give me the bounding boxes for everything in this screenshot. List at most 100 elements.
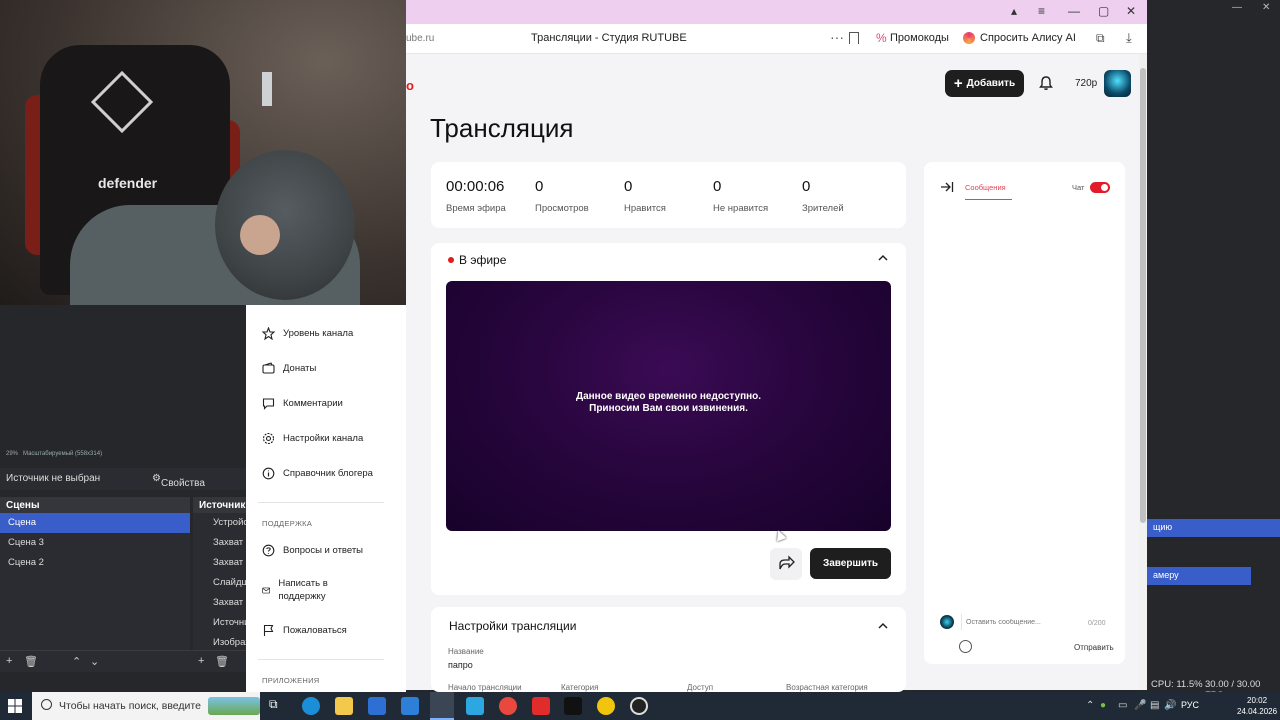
close-icon[interactable]: ✕: [1262, 2, 1270, 13]
char-counter: 0/200: [1088, 620, 1106, 627]
network-icon[interactable]: ▤: [1150, 700, 1159, 711]
chat-panel: Сообщения Чат 0/200 Отправить: [924, 162, 1125, 664]
collections-icon[interactable]: ⧉: [1096, 31, 1105, 46]
properties-button[interactable]: ⚙ Свойства: [152, 473, 205, 489]
obs-icon[interactable]: [630, 697, 648, 715]
quality-badge[interactable]: 720p: [1075, 78, 1097, 89]
edge-icon[interactable]: [302, 697, 320, 715]
minimize-icon[interactable]: —: [1232, 2, 1242, 13]
broadcast-settings-card: Настройки трансляции Название папро Нача…: [431, 607, 906, 692]
mail-icon[interactable]: [401, 697, 419, 715]
address-bar[interactable]: ube.ru Трансляции - Студия RUTUBE ··· % …: [406, 24, 1147, 54]
source-item[interactable]: Захват: [193, 593, 253, 613]
yandex-icon[interactable]: [532, 697, 550, 715]
share-button[interactable]: [770, 548, 802, 580]
collapse-chat-icon[interactable]: [940, 180, 954, 194]
notifications-bell-icon[interactable]: [1038, 75, 1054, 91]
sidebar-item-label: Справочник блогера: [283, 468, 373, 479]
close-icon[interactable]: ✕: [1126, 4, 1136, 18]
sidebar-item-faq[interactable]: Вопросы и ответы: [262, 544, 363, 557]
download-status-icon[interactable]: ▴: [1011, 4, 1017, 18]
scenes-header: Сцены: [0, 497, 190, 513]
send-button[interactable]: Отправить: [1074, 643, 1114, 652]
promocodes-button[interactable]: Промокоды: [890, 32, 949, 44]
remove-scene-button[interactable]: 🗑: [24, 655, 38, 668]
sidebar-item-contact-support[interactable]: Написать в поддержку: [262, 577, 342, 603]
apps-header: ПРИЛОЖЕНИЯ: [262, 676, 320, 685]
browser-tab-bar: ▴ ≡ — ▢ ✕: [406, 0, 1147, 24]
live-dot-icon: [448, 257, 454, 263]
source-item[interactable]: Слайдшоу: [193, 573, 253, 593]
scale-mode[interactable]: Масштабируемый (558x314): [23, 451, 102, 457]
remove-source-button[interactable]: 🗑: [215, 655, 229, 668]
tray-expand-icon[interactable]: ⌃: [1086, 700, 1094, 711]
source-item[interactable]: Захват: [193, 533, 253, 553]
scene-item[interactable]: Сцена: [0, 513, 190, 533]
webcam-overlay: defender: [0, 0, 406, 305]
url-text[interactable]: ube.ru: [406, 33, 434, 44]
store-icon[interactable]: [368, 697, 386, 715]
task-view-icon[interactable]: ⧉: [269, 697, 287, 715]
sidebar-item-report[interactable]: Пожаловаться: [262, 624, 347, 637]
chair-brand: defender: [98, 175, 158, 191]
add-source-button[interactable]: +: [198, 655, 204, 667]
minimize-icon[interactable]: —: [1068, 4, 1080, 18]
emoji-icon[interactable]: [959, 640, 972, 653]
file-explorer-icon[interactable]: [335, 697, 353, 715]
help-icon: [262, 544, 275, 557]
search-highlight-image: [208, 697, 260, 715]
add-button[interactable]: + Добавить: [945, 70, 1024, 97]
move-down-icon[interactable]: ⌄: [90, 655, 99, 668]
scene-item[interactable]: Сцена 2: [0, 553, 190, 573]
obs-panel-controls: + 🗑 ⌃ ⌄ + 🗑: [0, 650, 246, 672]
app-icon[interactable]: [499, 697, 517, 715]
app-icon[interactable]: [597, 697, 615, 715]
downloads-icon[interactable]: ⤓: [1126, 30, 1132, 46]
dislikes-label: Не нравится: [713, 203, 769, 214]
start-label: Начало трансляции: [448, 683, 522, 692]
microphone-icon[interactable]: 🎤: [1134, 700, 1146, 711]
scrollbar-thumb[interactable]: [1140, 68, 1146, 523]
transition-row[interactable]: щию: [1147, 519, 1280, 537]
volume-icon[interactable]: 🔊: [1164, 700, 1176, 711]
sidebar-item-blogger-guide[interactable]: Справочник блогера: [262, 467, 373, 480]
app-icon[interactable]: [466, 697, 484, 715]
add-scene-button[interactable]: +: [6, 655, 12, 667]
source-item[interactable]: Устройство: [193, 513, 253, 533]
source-item[interactable]: Захват: [193, 553, 253, 573]
sidebar-item-label: Донаты: [283, 363, 317, 374]
more-icon[interactable]: ···: [830, 29, 844, 45]
video-player[interactable]: Данное видео временно недоступно. Принос…: [446, 281, 891, 531]
chevron-up-icon[interactable]: [878, 253, 888, 263]
page-scrollbar[interactable]: [1139, 54, 1147, 690]
maximize-icon[interactable]: ▢: [1098, 4, 1109, 18]
camera-row[interactable]: амеру: [1147, 567, 1251, 585]
name-value[interactable]: папро: [448, 660, 473, 670]
finish-button[interactable]: Завершить: [810, 548, 891, 579]
language-indicator[interactable]: РУС: [1181, 700, 1199, 710]
battery-icon[interactable]: ▭: [1118, 700, 1127, 711]
clock[interactable]: 20:02 24.04.2026: [1237, 695, 1277, 717]
ask-alice-button[interactable]: Спросить Алису AI: [980, 32, 1076, 44]
move-up-icon[interactable]: ⌃: [72, 655, 81, 668]
yandex-browser-icon[interactable]: [430, 692, 454, 720]
tray-app-icon[interactable]: ●: [1100, 700, 1106, 711]
bookmark-icon[interactable]: [849, 32, 859, 44]
messages-tab[interactable]: Сообщения: [965, 183, 1006, 192]
tiktok-icon[interactable]: [564, 697, 582, 715]
sidebar-item-channel-settings[interactable]: Настройки канала: [262, 432, 363, 445]
chat-toggle[interactable]: [1090, 182, 1110, 193]
add-button-label: Добавить: [966, 78, 1016, 89]
windows-start-icon[interactable]: [8, 699, 22, 713]
taskbar: Чтобы начать поиск, введите ⧉ ⌃ ● ▭ 🎤 ▤ …: [0, 692, 1280, 720]
sidebar-item-comments[interactable]: Комментарии: [262, 397, 343, 410]
sidebar-item-channel-level[interactable]: Уровень канала: [262, 327, 353, 340]
access-label: Доступ: [687, 683, 714, 692]
menu-icon[interactable]: ≡: [1038, 4, 1045, 18]
sidebar-item-donations[interactable]: Донаты: [262, 362, 316, 375]
avatar[interactable]: [1104, 70, 1131, 97]
chevron-up-icon[interactable]: [878, 621, 888, 631]
source-item[interactable]: Источник: [193, 613, 253, 633]
chat-avatar: [940, 615, 954, 629]
scene-item[interactable]: Сцена 3: [0, 533, 190, 553]
